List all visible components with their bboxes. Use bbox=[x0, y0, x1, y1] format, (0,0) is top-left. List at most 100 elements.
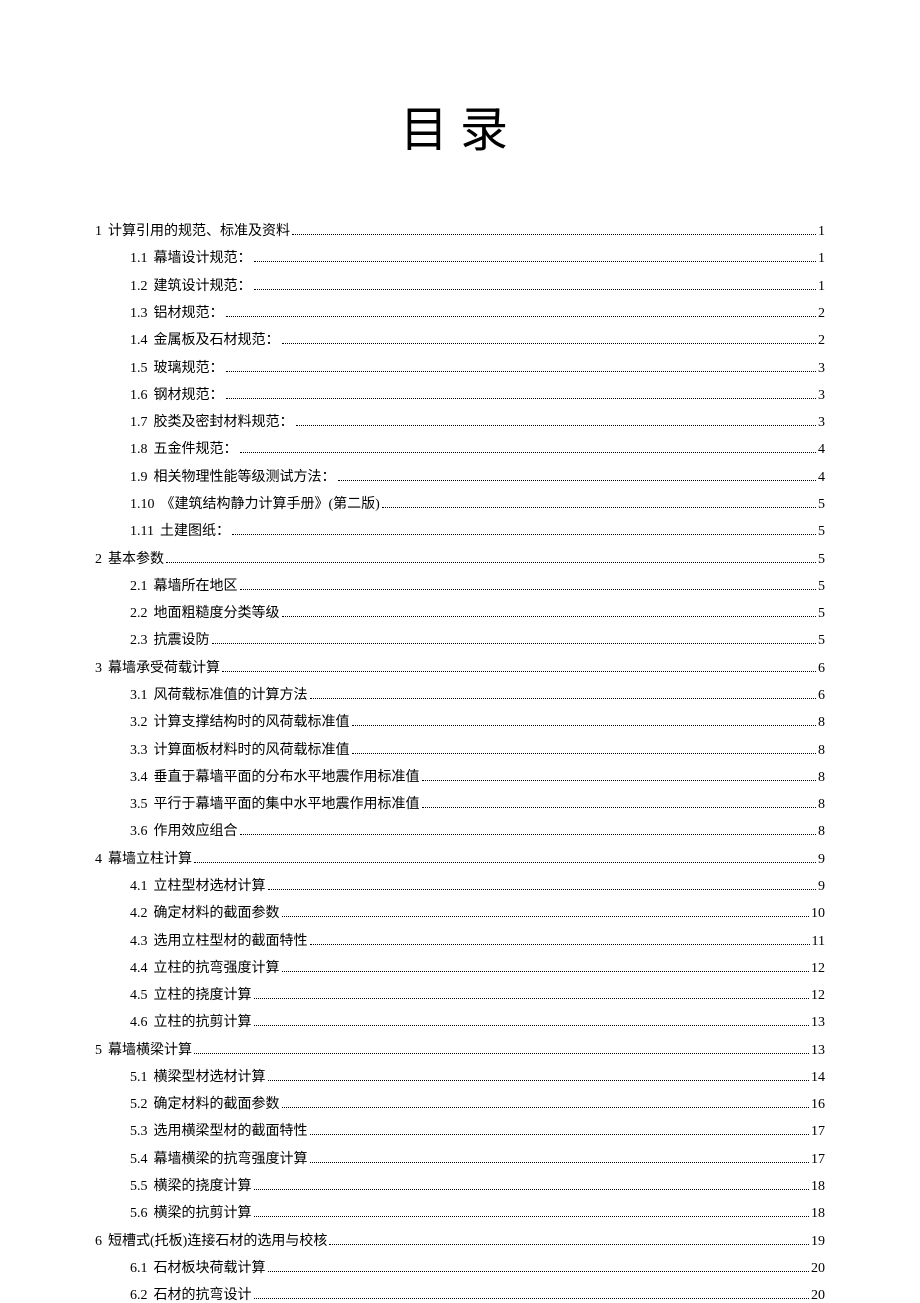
toc-entry: 5幕墙横梁计算13 bbox=[95, 1042, 825, 1057]
leader-dots bbox=[254, 279, 817, 290]
toc-entry: 6.1石材板块荷载计算20 bbox=[95, 1261, 825, 1276]
entry-title: 计算引用的规范、标准及资料 bbox=[108, 225, 290, 239]
leader-dots bbox=[240, 824, 817, 835]
toc-entry: 3 幕墙承受荷载计算 6 bbox=[95, 661, 825, 676]
entry-title: 抗震设防 bbox=[154, 634, 210, 648]
leader-dots bbox=[296, 415, 817, 426]
entry-title: 相关物理性能等级测试方法： bbox=[154, 471, 336, 485]
entry-number: 5 bbox=[95, 1044, 102, 1058]
entry-page: 10 bbox=[811, 907, 825, 921]
toc-entry: 4.1立柱型材选材计算9 bbox=[95, 879, 825, 894]
entry-title: 地面粗糙度分类等级 bbox=[154, 607, 280, 621]
entry-number: 1 bbox=[95, 225, 102, 239]
leader-dots bbox=[310, 933, 810, 944]
leader-dots bbox=[310, 688, 817, 699]
toc-entry: 1.5玻璃规范：3 bbox=[95, 360, 825, 375]
leader-dots bbox=[282, 606, 817, 617]
leader-dots bbox=[282, 333, 817, 344]
entry-title: 选用横梁型材的截面特性 bbox=[154, 1125, 308, 1139]
entry-page: 8 bbox=[818, 744, 825, 758]
leader-dots bbox=[254, 1015, 810, 1026]
toc-entry: 2基本参数5 bbox=[95, 551, 825, 566]
entry-title: 《建筑结构静力计算手册》(第二版) bbox=[161, 498, 380, 512]
toc-entry: 1.3铝材规范：2 bbox=[95, 306, 825, 321]
entry-title: 幕墙承受荷载计算 bbox=[108, 662, 220, 676]
entry-page: 2 bbox=[818, 334, 825, 348]
entry-number: 1.6 bbox=[130, 389, 148, 403]
entry-number: 1.8 bbox=[130, 443, 148, 457]
entry-number: 3.6 bbox=[130, 825, 148, 839]
leader-dots bbox=[268, 879, 817, 890]
entry-page: 17 bbox=[811, 1125, 825, 1139]
entry-title: 作用效应组合 bbox=[154, 825, 238, 839]
leader-dots bbox=[422, 770, 817, 781]
entry-number: 4.5 bbox=[130, 989, 148, 1003]
entry-number: 3.1 bbox=[130, 689, 148, 703]
entry-number: 5.6 bbox=[130, 1207, 148, 1221]
toc-entry: 3.6 作用效应组合 8 bbox=[95, 824, 825, 839]
leader-dots bbox=[194, 851, 816, 862]
toc-entry: 4幕墙立柱计算9 bbox=[95, 851, 825, 866]
entry-page: 19 bbox=[811, 1235, 825, 1249]
entry-number: 2.2 bbox=[130, 607, 148, 621]
entry-title: 横梁的抗剪计算 bbox=[154, 1207, 252, 1221]
toc-entry: 1.11土建图纸：5 bbox=[95, 524, 825, 539]
entry-number: 1.2 bbox=[130, 280, 148, 294]
entry-number: 5.4 bbox=[130, 1153, 148, 1167]
entry-page: 5 bbox=[818, 498, 825, 512]
entry-number: 2.3 bbox=[130, 634, 148, 648]
toc-entry: 5.2确定材料的截面参数16 bbox=[95, 1097, 825, 1112]
entry-title: 石材的抗弯设计 bbox=[154, 1289, 252, 1303]
entry-title: 金属板及石材规范： bbox=[154, 334, 280, 348]
entry-title: 幕墙所在地区 bbox=[154, 580, 238, 594]
entry-number: 1.10 bbox=[130, 498, 155, 512]
toc-entry: 4.5 立柱的挠度计算 12 bbox=[95, 988, 825, 1003]
entry-number: 1.5 bbox=[130, 362, 148, 376]
toc-entry: 1.10 《建筑结构静力计算手册》(第二版) 5 bbox=[95, 497, 825, 512]
entry-number: 4.6 bbox=[130, 1016, 148, 1030]
entry-number: 2 bbox=[95, 553, 102, 567]
entry-title: 垂直于幕墙平面的分布水平地震作用标准值 bbox=[154, 771, 420, 785]
entry-page: 18 bbox=[811, 1207, 825, 1221]
toc-entry: 2.3抗震设防5 bbox=[95, 633, 825, 648]
entry-number: 6.1 bbox=[130, 1262, 148, 1276]
leader-dots bbox=[268, 1070, 810, 1081]
entry-page: 16 bbox=[811, 1098, 825, 1112]
entry-title: 幕墙横梁计算 bbox=[108, 1044, 192, 1058]
entry-page: 20 bbox=[811, 1262, 825, 1276]
leader-dots bbox=[166, 551, 816, 562]
toc-entry: 1.4 金属板及石材规范： 2 bbox=[95, 333, 825, 348]
entry-page: 5 bbox=[818, 580, 825, 594]
leader-dots bbox=[422, 797, 817, 808]
toc-entry: 5.4幕墙横梁的抗弯强度计算17 bbox=[95, 1152, 825, 1167]
toc-entry: 1.1幕墙设计规范：1 bbox=[95, 251, 825, 266]
leader-dots bbox=[254, 1179, 810, 1190]
leader-dots bbox=[310, 1124, 810, 1135]
leader-dots bbox=[282, 906, 810, 917]
entry-title: 立柱的抗剪计算 bbox=[154, 1016, 252, 1030]
entry-page: 12 bbox=[811, 989, 825, 1003]
toc-entry: 5.3选用横梁型材的截面特性17 bbox=[95, 1124, 825, 1139]
entry-number: 3.4 bbox=[130, 771, 148, 785]
entry-page: 8 bbox=[818, 825, 825, 839]
entry-title: 基本参数 bbox=[108, 553, 164, 567]
entry-page: 6 bbox=[818, 662, 825, 676]
toc-entry: 5.1横梁型材选材计算14 bbox=[95, 1070, 825, 1085]
toc-entry: 6短槽式(托板)连接石材的选用与校核19 bbox=[95, 1233, 825, 1248]
toc-list: 1计算引用的规范、标准及资料11.1幕墙设计规范：11.2建筑设计规范：11.3… bbox=[95, 224, 825, 1303]
entry-title: 立柱型材选材计算 bbox=[154, 880, 266, 894]
entry-number: 1.4 bbox=[130, 334, 148, 348]
leader-dots bbox=[254, 1206, 810, 1217]
entry-page: 17 bbox=[811, 1153, 825, 1167]
leader-dots bbox=[292, 224, 816, 235]
entry-page: 11 bbox=[812, 935, 825, 949]
toc-entry: 3.1风荷载标准值的计算方法6 bbox=[95, 688, 825, 703]
entry-title: 确定材料的截面参数 bbox=[154, 1098, 280, 1112]
toc-entry: 1.9相关物理性能等级测试方法：4 bbox=[95, 470, 825, 485]
entry-page: 4 bbox=[818, 471, 825, 485]
toc-entry: 3.3计算面板材料时的风荷载标准值8 bbox=[95, 742, 825, 757]
entry-page: 20 bbox=[811, 1289, 825, 1303]
leader-dots bbox=[310, 1152, 810, 1163]
entry-number: 3 bbox=[95, 662, 102, 676]
entry-title: 立柱的挠度计算 bbox=[154, 989, 252, 1003]
